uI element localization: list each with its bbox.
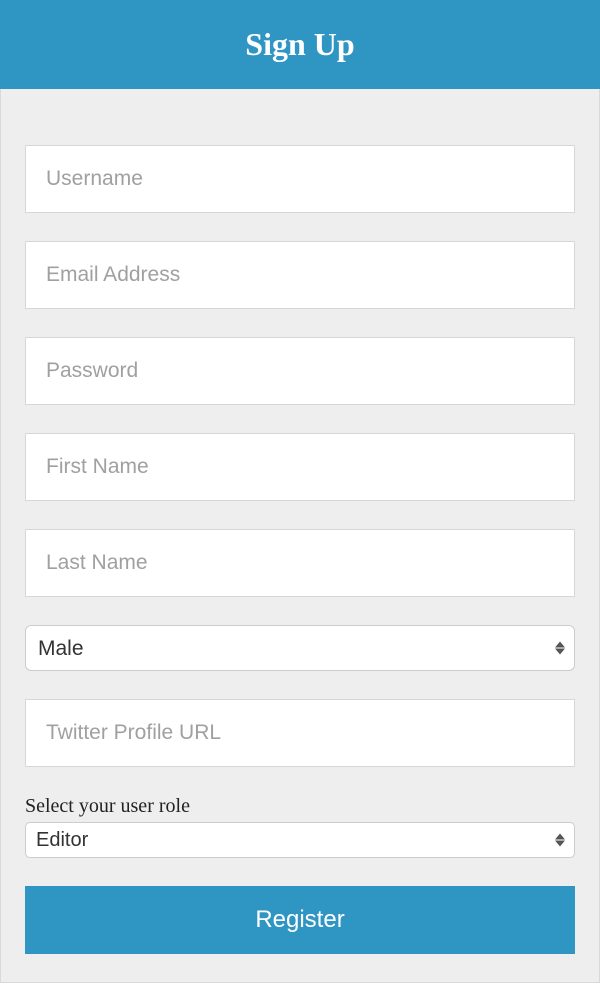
- signup-form: Male Select your user role Editor Regist…: [0, 89, 600, 983]
- page-title: Sign Up: [0, 0, 600, 89]
- register-button[interactable]: Register: [25, 886, 575, 954]
- first-name-input[interactable]: [25, 433, 575, 501]
- role-select[interactable]: Editor: [25, 822, 575, 858]
- gender-select[interactable]: Male: [25, 625, 575, 671]
- role-label: Select your user role: [25, 795, 575, 818]
- password-input[interactable]: [25, 337, 575, 405]
- last-name-input[interactable]: [25, 529, 575, 597]
- twitter-input[interactable]: [25, 699, 575, 767]
- username-input[interactable]: [25, 145, 575, 213]
- email-input[interactable]: [25, 241, 575, 309]
